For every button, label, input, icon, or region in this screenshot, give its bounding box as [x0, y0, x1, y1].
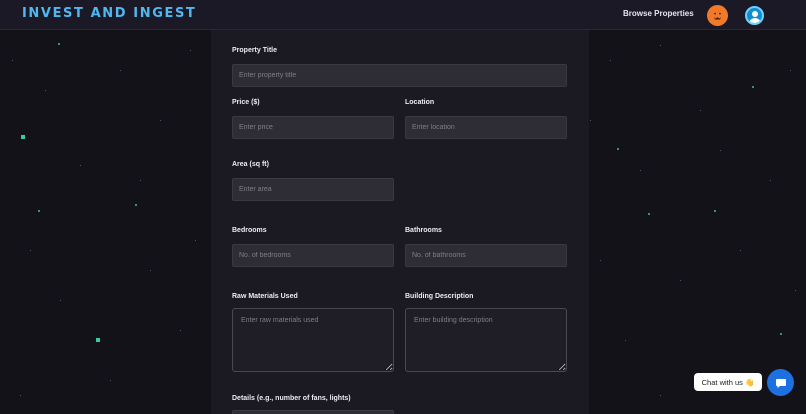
star	[110, 380, 111, 381]
star	[790, 70, 791, 71]
property-title-input[interactable]	[232, 64, 567, 87]
top-navbar: INVEST AND INGEST Browse Properties	[0, 0, 806, 30]
star	[610, 60, 611, 61]
star	[120, 70, 121, 71]
star	[21, 135, 25, 139]
chat-bubble-icon[interactable]	[767, 369, 794, 396]
star	[720, 150, 721, 151]
building-description-textarea[interactable]	[405, 308, 567, 372]
star	[96, 338, 100, 342]
star	[680, 280, 681, 281]
star	[660, 45, 661, 46]
property-title-label: Property Title	[232, 47, 277, 54]
raw-materials-textarea[interactable]	[232, 308, 394, 372]
star	[45, 90, 46, 91]
star	[140, 180, 141, 181]
bathrooms-input[interactable]	[405, 244, 567, 267]
star	[752, 86, 754, 88]
pumpkin-avatar-icon[interactable]	[707, 5, 728, 26]
price-label: Price ($)	[232, 99, 260, 106]
star	[590, 120, 591, 121]
star	[770, 180, 771, 181]
bedrooms-label: Bedrooms	[232, 227, 267, 234]
bathrooms-label: Bathrooms	[405, 227, 442, 234]
star	[38, 210, 40, 212]
star	[600, 260, 601, 261]
star	[714, 210, 716, 212]
star	[795, 290, 796, 291]
star	[648, 213, 650, 215]
star	[150, 270, 151, 271]
star	[780, 333, 782, 335]
details-label: Details (e.g., number of fans, lights)	[232, 395, 351, 402]
star	[617, 148, 619, 150]
star	[640, 170, 641, 171]
raw-materials-label: Raw Materials Used	[232, 293, 298, 300]
star	[20, 395, 21, 396]
star	[80, 165, 81, 166]
profile-head-shape	[752, 11, 758, 17]
price-input[interactable]	[232, 116, 394, 139]
chat-with-us-pill[interactable]: Chat with us 👋	[694, 373, 762, 391]
profile-body-shape	[749, 18, 761, 23]
star	[700, 110, 701, 111]
bedrooms-input[interactable]	[232, 244, 394, 267]
star	[660, 395, 661, 396]
star	[12, 60, 13, 61]
star	[135, 204, 137, 206]
details-input-partial[interactable]	[232, 410, 394, 414]
add-property-form-panel: Property Title Price ($) Location Area (…	[211, 30, 589, 414]
brand-logo-text[interactable]: INVEST AND INGEST	[22, 6, 196, 21]
building-description-label: Building Description	[405, 293, 474, 300]
user-profile-icon[interactable]	[745, 6, 764, 25]
star	[625, 340, 626, 341]
chat-bubble-glyph-icon	[775, 378, 786, 388]
star	[160, 120, 161, 121]
star	[190, 50, 191, 51]
area-label: Area (sq ft)	[232, 161, 269, 168]
area-input[interactable]	[232, 178, 394, 201]
star	[60, 300, 61, 301]
star	[58, 43, 60, 45]
jack-o-lantern-face-icon	[713, 12, 722, 20]
star	[740, 250, 741, 251]
star	[30, 250, 31, 251]
location-input[interactable]	[405, 116, 567, 139]
browse-properties-link[interactable]: Browse Properties	[623, 9, 694, 18]
star	[195, 240, 196, 241]
star	[180, 330, 181, 331]
location-label: Location	[405, 99, 435, 106]
